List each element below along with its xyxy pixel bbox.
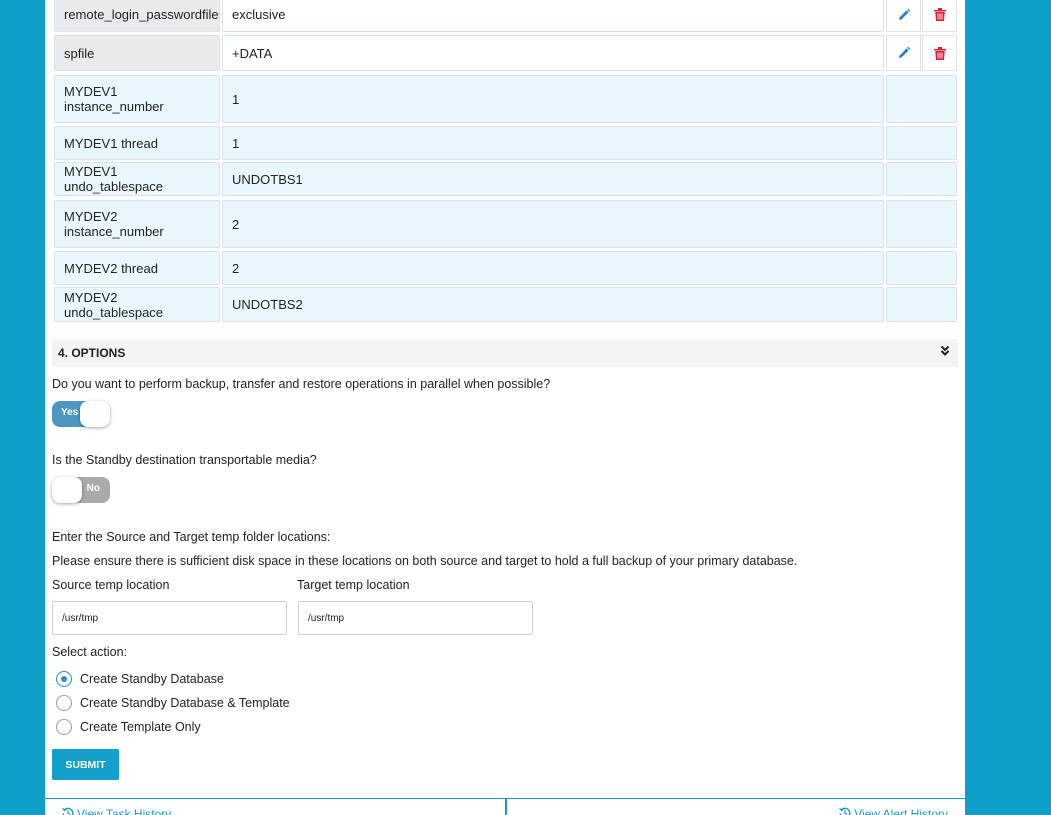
- param-actions: [886, 35, 957, 71]
- param-row: MYDEV2 thread 2: [54, 251, 957, 285]
- trash-icon: [933, 8, 946, 21]
- radio-button[interactable]: [56, 671, 72, 687]
- param-row: spfile +DATA: [54, 35, 957, 71]
- alert-history-label: View Alert History: [854, 807, 948, 815]
- history-icon: [62, 807, 74, 815]
- source-temp-label: Source temp location: [52, 578, 170, 592]
- task-history-link[interactable]: View Task History: [45, 798, 505, 815]
- submit-button[interactable]: SUBMIT: [52, 749, 119, 780]
- param-actions: [886, 287, 957, 322]
- param-actions: [886, 75, 957, 123]
- action-option-label: Create Standby Database & Template: [80, 696, 290, 710]
- task-history-label: View Task History: [77, 807, 172, 815]
- param-value[interactable]: UNDOTBS1: [222, 162, 884, 196]
- param-row: MYDEV2 undo_tablespace UNDOTBS2: [54, 287, 957, 322]
- action-option[interactable]: Create Template Only: [56, 719, 201, 735]
- action-option[interactable]: Create Standby Database: [56, 671, 224, 687]
- param-name: MYDEV2 instance_number: [54, 200, 220, 248]
- param-value[interactable]: 2: [222, 251, 884, 285]
- edit-button[interactable]: [886, 35, 921, 71]
- temp-note: Please ensure there is sufficient disk s…: [52, 554, 798, 568]
- param-actions: [886, 251, 957, 285]
- target-temp-input[interactable]: [298, 601, 533, 635]
- param-name: spfile: [54, 35, 220, 71]
- media-toggle[interactable]: No: [52, 477, 110, 503]
- param-name: MYDEV1 thread: [54, 126, 220, 160]
- toggle-label: No: [86, 483, 100, 494]
- action-option[interactable]: Create Standby Database & Template: [56, 695, 290, 711]
- media-question: Is the Standby destination transportable…: [52, 453, 317, 467]
- parallel-toggle[interactable]: Yes: [52, 401, 110, 427]
- radio-button[interactable]: [56, 695, 72, 711]
- temp-intro: Enter the Source and Target temp folder …: [52, 530, 331, 544]
- param-actions: [886, 162, 957, 196]
- param-value[interactable]: exclusive: [222, 0, 884, 32]
- param-value[interactable]: 1: [222, 75, 884, 123]
- delete-button[interactable]: [922, 35, 957, 71]
- history-icon: [839, 807, 851, 815]
- param-value[interactable]: 2: [222, 200, 884, 248]
- options-section-header[interactable]: 4. OPTIONS: [52, 339, 958, 367]
- param-value[interactable]: UNDOTBS2: [222, 287, 884, 322]
- param-value[interactable]: 1: [222, 126, 884, 160]
- param-row: remote_login_passwordfile exclusive: [54, 0, 957, 32]
- param-actions: [886, 126, 957, 160]
- param-row: MYDEV1 thread 1: [54, 126, 957, 160]
- parallel-question: Do you want to perform backup, transfer …: [52, 377, 551, 391]
- param-name: remote_login_passwordfile: [54, 0, 220, 32]
- pencil-icon: [898, 46, 910, 58]
- param-value[interactable]: +DATA: [222, 35, 884, 71]
- toggle-knob: [52, 477, 82, 503]
- chevron-double-down-icon[interactable]: [940, 345, 950, 357]
- select-action-label: Select action:: [52, 645, 128, 659]
- toggle-knob: [80, 401, 110, 427]
- param-name: MYDEV2 thread: [54, 251, 220, 285]
- section-title: 4. OPTIONS: [58, 346, 126, 360]
- delete-button[interactable]: [922, 0, 957, 32]
- param-row: MYDEV1 undo_tablespace UNDOTBS1: [54, 162, 957, 196]
- param-name: MYDEV1 undo_tablespace: [54, 162, 220, 196]
- source-temp-input[interactable]: [52, 601, 287, 635]
- pencil-icon: [898, 8, 910, 20]
- target-temp-label: Target temp location: [297, 578, 410, 592]
- param-actions: [886, 200, 957, 248]
- param-actions: [886, 0, 957, 32]
- trash-icon: [933, 46, 946, 60]
- radio-button[interactable]: [56, 719, 72, 735]
- alert-history-link[interactable]: View Alert History: [507, 798, 965, 815]
- param-row: MYDEV1 instance_number 1: [54, 75, 957, 123]
- param-name: MYDEV1 instance_number: [54, 75, 220, 123]
- action-option-label: Create Standby Database: [80, 672, 224, 686]
- main-panel: remote_login_passwordfile exclusive spfi…: [45, 0, 965, 798]
- edit-button[interactable]: [886, 0, 921, 32]
- toggle-label: Yes: [61, 407, 79, 418]
- action-option-label: Create Template Only: [80, 720, 201, 734]
- param-row: MYDEV2 instance_number 2: [54, 200, 957, 248]
- param-name: MYDEV2 undo_tablespace: [54, 287, 220, 322]
